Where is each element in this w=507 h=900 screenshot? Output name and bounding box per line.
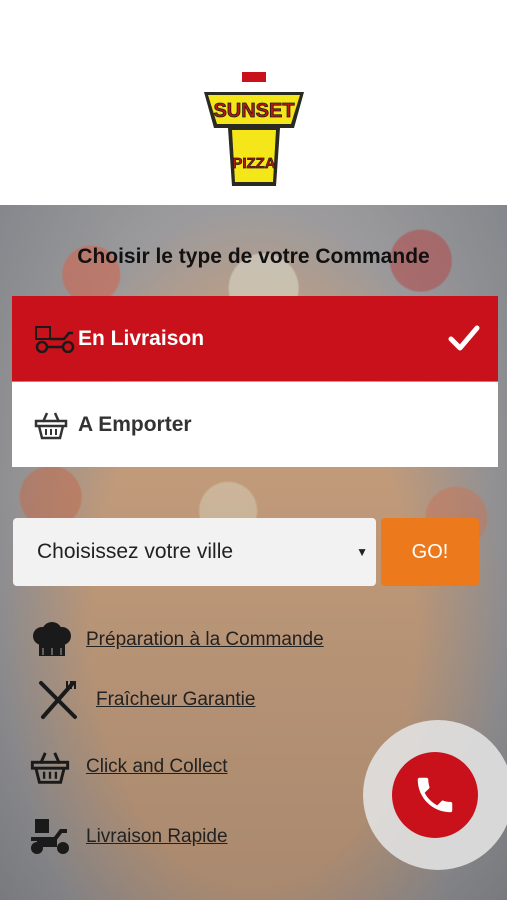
feature-freshness: Fraîcheur Garantie: [34, 678, 255, 722]
option-takeaway-label: A Emporter: [78, 412, 192, 436]
feature-fast-delivery: Livraison Rapide: [26, 815, 228, 859]
chef-hat-icon: [28, 618, 76, 662]
delivery-scooter-icon: [26, 815, 74, 859]
call-button[interactable]: [392, 752, 478, 838]
logo-text-bottom: PIZZA: [232, 155, 275, 172]
app-header: SUNSET PIZZA: [0, 0, 507, 205]
feature-preparation-link[interactable]: Préparation à la Commande: [86, 629, 324, 651]
sunset-pizza-logo: SUNSET PIZZA: [204, 72, 304, 186]
delivery-scooter-icon: [34, 324, 78, 354]
dropdown-arrow-icon: ▼: [356, 545, 368, 559]
city-select-value: Choisissez votre ville: [37, 540, 234, 563]
feature-fast-delivery-link[interactable]: Livraison Rapide: [86, 826, 228, 848]
option-delivery-label: En Livraison: [78, 326, 205, 350]
feature-preparation: Préparation à la Commande: [28, 618, 324, 662]
basket-icon: [34, 410, 78, 440]
order-type-title: Choisir le type de votre Commande: [77, 245, 430, 268]
option-delivery[interactable]: En Livraison: [12, 296, 498, 381]
feature-click-collect: Click and Collect: [26, 745, 228, 789]
fork-knife-icon: [34, 678, 82, 722]
basket-icon: [26, 745, 74, 789]
go-button[interactable]: GO!: [381, 518, 479, 586]
city-select[interactable]: Choisissez votre ville ▼: [13, 518, 376, 586]
phone-icon: [417, 777, 453, 813]
feature-click-collect-link[interactable]: Click and Collect: [86, 756, 228, 778]
check-icon: [448, 325, 480, 351]
option-takeaway[interactable]: A Emporter: [12, 382, 498, 467]
feature-freshness-link[interactable]: Fraîcheur Garantie: [96, 689, 255, 711]
logo-text-top: SUNSET: [213, 100, 294, 122]
